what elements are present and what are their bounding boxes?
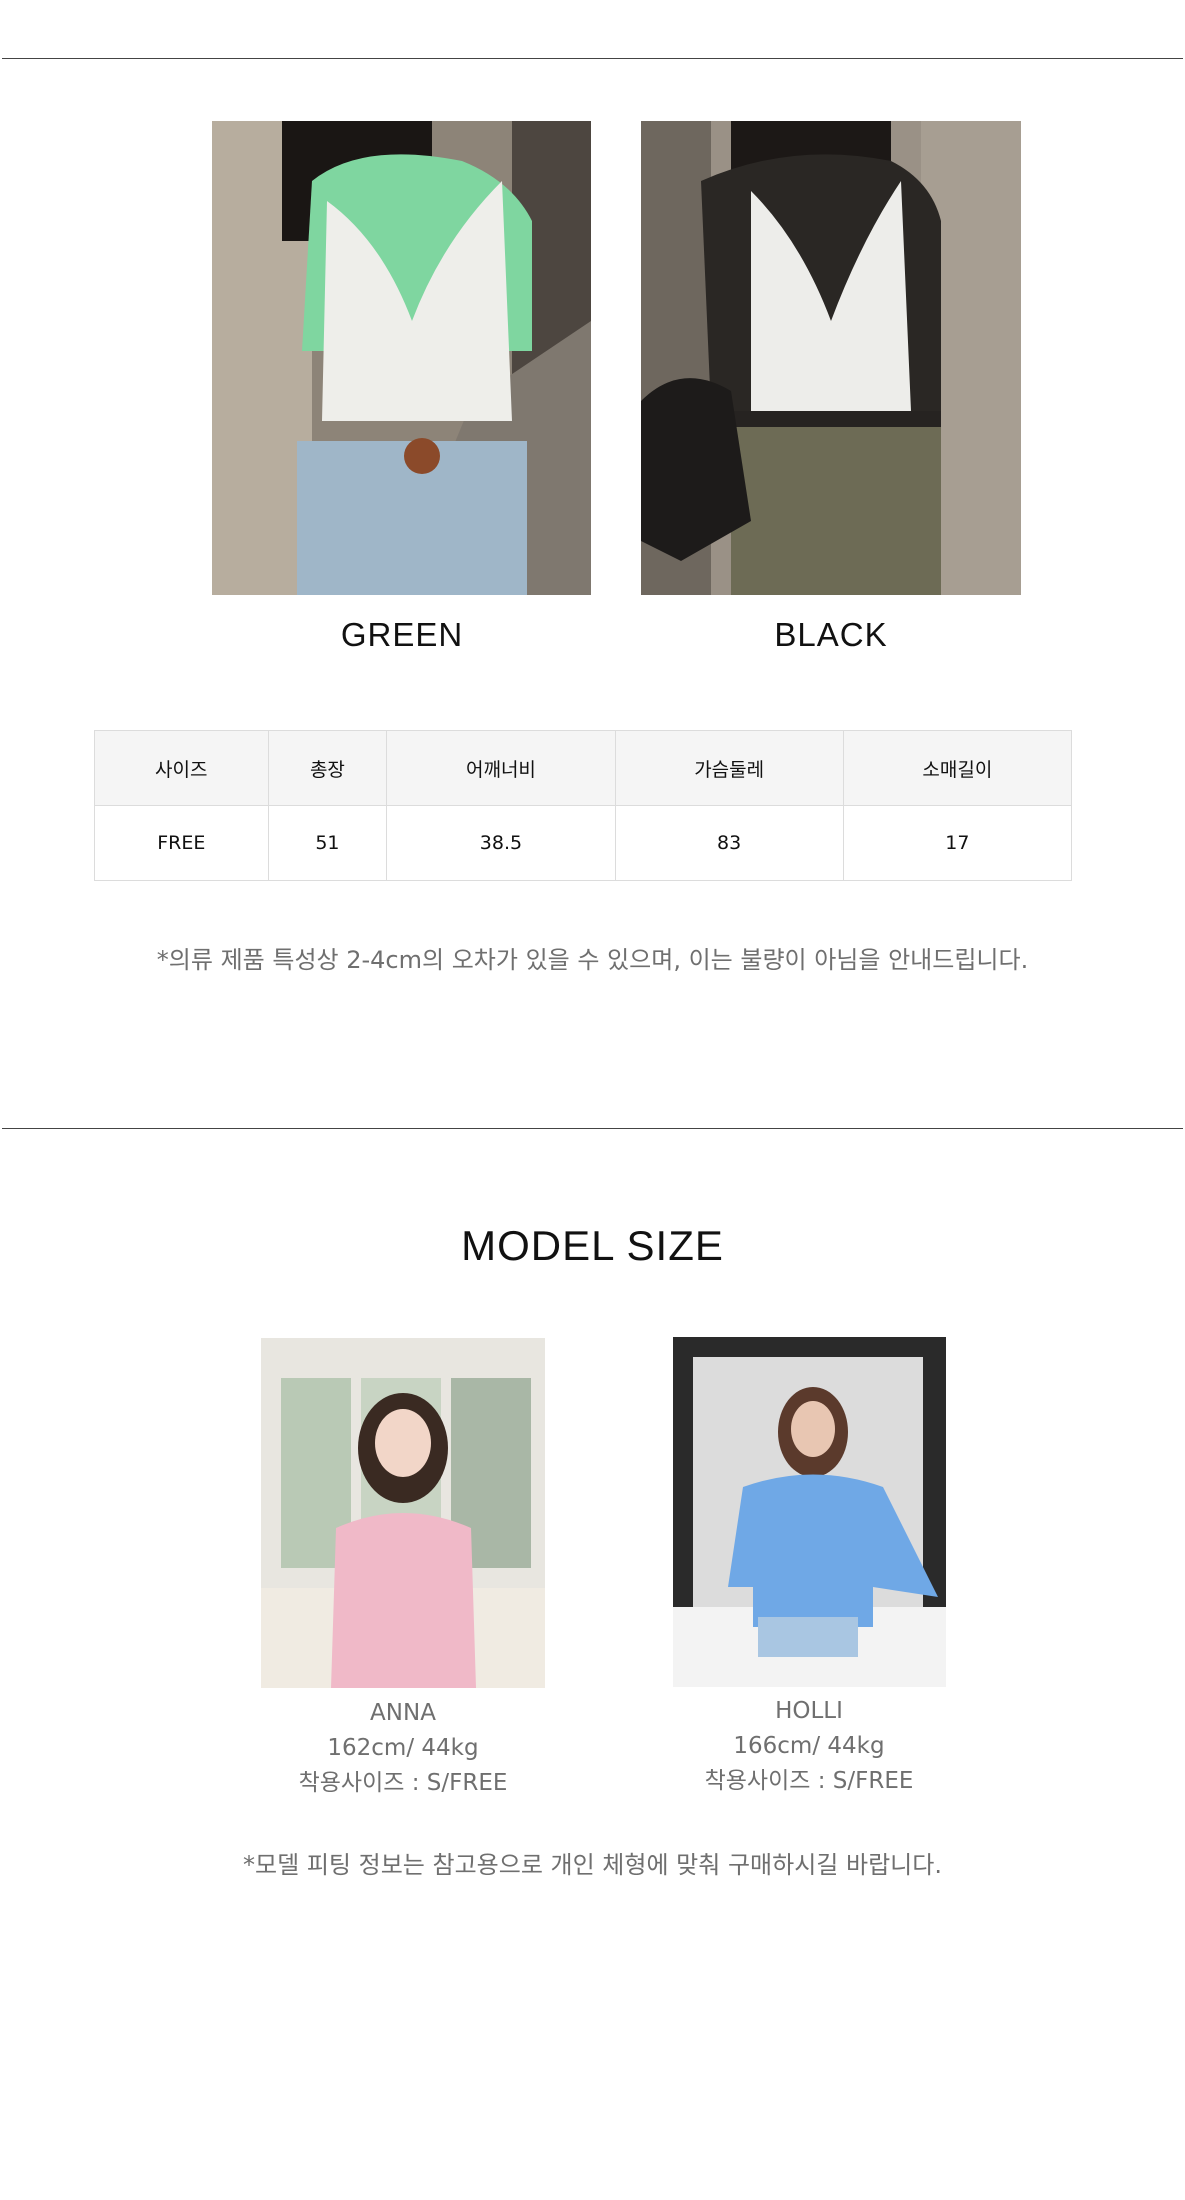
size-table-row: FREE 51 38.5 83 17 [94,805,1073,881]
model-name: HOLLI [775,1698,843,1724]
color-label-black: BLACK [774,616,888,653]
model-size: 착용사이즈 : S/FREE [298,1770,508,1796]
size-cell: 51 [267,805,388,881]
model-photo-holli [673,1337,946,1687]
size-header-cell: 사이즈 [94,730,269,806]
size-cell: 17 [842,805,1073,881]
product-photo-green [212,121,591,595]
model-info-holli: HOLLI 166cm/ 44kg 착용사이즈 : S/FREE [659,1694,959,1799]
size-cell: 83 [614,805,844,881]
size-table-header-row: 사이즈 총장 어깨너비 가슴둘레 소매길이 [94,730,1073,806]
model-name: ANNA [370,1700,436,1726]
model-notice: *모델 피팅 정보는 참고용으로 개인 체형에 맞춰 구매하시길 바랍니다. [243,1851,942,1879]
size-header-cell: 어깨너비 [386,730,616,806]
model-size-title: MODEL SIZE [461,1222,724,1269]
size-cell: FREE [94,805,269,881]
size-cell: 38.5 [386,805,616,881]
size-table: 사이즈 총장 어깨너비 가슴둘레 소매길이 FREE 51 38.5 83 17 [94,730,1073,881]
model-photo-anna [261,1338,545,1688]
size-notice: *의류 제품 특성상 2-4cm의 오차가 있을 수 있으며, 이는 불량이 아… [156,946,1029,974]
size-header-cell: 소매길이 [842,730,1073,806]
size-header-cell: 가슴둘레 [614,730,844,806]
model-body: 166cm/ 44kg [733,1733,885,1759]
model-info-anna: ANNA 162cm/ 44kg 착용사이즈 : S/FREE [253,1696,553,1801]
model-size: 착용사이즈 : S/FREE [704,1768,914,1794]
size-header-cell: 총장 [267,730,388,806]
color-label-green: GREEN [340,616,464,653]
product-photo-black [641,121,1021,595]
top-divider [2,58,1183,59]
model-body: 162cm/ 44kg [327,1735,479,1761]
section-divider [2,1128,1183,1129]
